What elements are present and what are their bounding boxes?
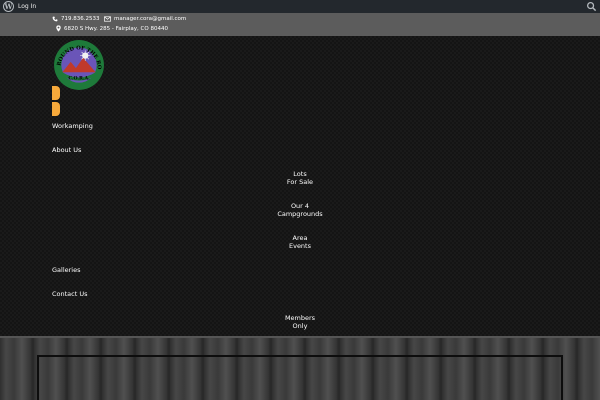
nav-members-only[interactable]: Members Only bbox=[260, 314, 340, 330]
nav-campgrounds-line1: Our 4 bbox=[290, 202, 310, 210]
address-contact: 6820 S Hwy. 285 - Fairplay, CO 80440 bbox=[56, 25, 168, 32]
nav-campgrounds-line2: Campgrounds bbox=[277, 210, 323, 218]
nav-about-us[interactable]: About Us bbox=[52, 146, 81, 154]
search-icon[interactable] bbox=[586, 1, 597, 12]
email-contact[interactable]: manager.cora@gmail.com bbox=[104, 16, 186, 22]
map-pin-icon bbox=[56, 25, 61, 32]
phone-contact[interactable]: 719.836.2533 bbox=[52, 16, 100, 22]
contact-bar: 719.836.2533 manager.cora@gmail.com 6820… bbox=[0, 13, 600, 36]
logo-initials: C.O.R.A. bbox=[68, 76, 90, 82]
phone-icon bbox=[52, 16, 58, 22]
menu-toggle-tab[interactable] bbox=[52, 86, 60, 116]
admin-bar: W Log In bbox=[0, 0, 600, 13]
nav-events-line1: Area bbox=[292, 234, 308, 242]
nav-events-line2: Events bbox=[288, 242, 311, 250]
phone-number: 719.836.2533 bbox=[61, 16, 100, 22]
envelope-icon bbox=[104, 16, 111, 22]
cora-logo[interactable]: CAMPGROUND OF THE ROCKIES C.O.R.A. bbox=[53, 39, 105, 91]
street-address: 6820 S Hwy. 285 - Fairplay, CO 80440 bbox=[64, 25, 168, 32]
nav-members-line2: Only bbox=[292, 322, 308, 330]
menu-toggle-segment-bottom[interactable] bbox=[52, 102, 60, 116]
email-address: manager.cora@gmail.com bbox=[114, 16, 187, 22]
nav-lots-line1: Lots bbox=[293, 170, 307, 178]
nav-lots-line2: For Sale bbox=[286, 178, 314, 186]
nav-workamping[interactable]: Workamping bbox=[52, 122, 93, 130]
admin-login-link[interactable]: Log In bbox=[18, 0, 36, 13]
menu-toggle-segment-top[interactable] bbox=[52, 86, 60, 100]
nav-area-events[interactable]: Area Events bbox=[260, 234, 340, 250]
content-frame bbox=[37, 355, 563, 400]
wordpress-logo-icon[interactable]: W bbox=[3, 1, 14, 12]
nav-members-line1: Members bbox=[284, 314, 316, 322]
nav-our-campgrounds[interactable]: Our 4 Campgrounds bbox=[260, 202, 340, 218]
nav-contact-us[interactable]: Contact Us bbox=[52, 290, 88, 298]
nav-lots-for-sale[interactable]: Lots For Sale bbox=[260, 170, 340, 186]
nav-galleries[interactable]: Galleries bbox=[52, 266, 81, 274]
